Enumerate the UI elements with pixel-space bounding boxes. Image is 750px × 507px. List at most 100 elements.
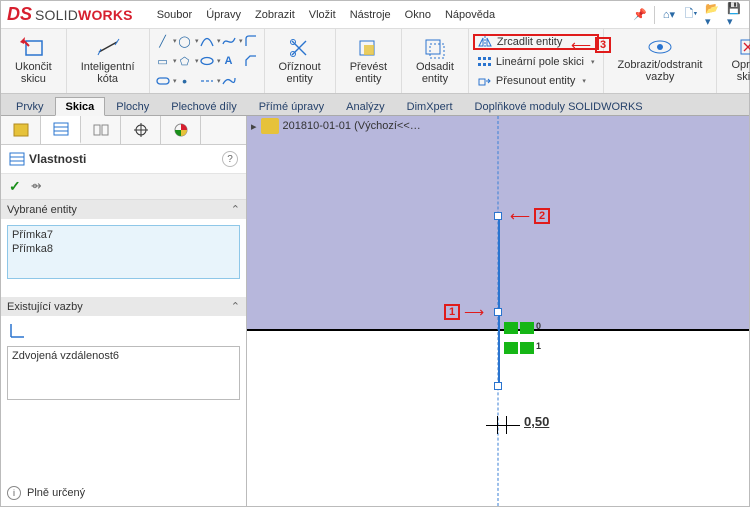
menu-insert[interactable]: Vložit xyxy=(309,9,336,21)
selected-entities-list[interactable]: Přímka7 Přímka8 xyxy=(7,225,240,279)
main-menu: Soubor Úpravy Zobrazit Vložit Nástroje O… xyxy=(157,9,495,21)
dimension-value[interactable]: 0,50 xyxy=(524,414,549,429)
part-name[interactable]: 201810-01-01 (Výchozí<<… xyxy=(283,120,421,132)
rect-icon[interactable]: ▭▾ xyxy=(154,53,172,69)
expand-icon[interactable]: ▸ xyxy=(251,120,257,133)
ribbon-trim-group: Oříznout entity xyxy=(265,29,336,93)
new-doc-icon[interactable]: 🗋▾ xyxy=(683,7,699,23)
open-icon[interactable]: 📂▾ xyxy=(705,7,721,23)
menu-view[interactable]: Zobrazit xyxy=(255,9,295,21)
centerline-icon[interactable]: ▾ xyxy=(198,73,216,89)
list-item[interactable]: Přímka7 xyxy=(12,228,235,242)
tab-addins[interactable]: Doplňkové moduly SOLIDWORKS xyxy=(464,97,654,115)
feature-tree-tab[interactable] xyxy=(1,116,41,144)
move-icon xyxy=(477,75,491,87)
callout-3: 3 xyxy=(595,37,611,53)
ds-logo-icon: DS xyxy=(7,4,32,25)
pin-icon[interactable]: 📌 xyxy=(632,7,648,23)
tab-skica[interactable]: Skica xyxy=(55,97,106,116)
fillet-icon[interactable] xyxy=(242,33,260,49)
menu-edit[interactable]: Úpravy xyxy=(206,9,241,21)
ellipse-icon[interactable]: ▾ xyxy=(198,53,216,69)
menu-file[interactable]: Soubor xyxy=(157,9,192,21)
properties-icon xyxy=(9,152,25,166)
ribbon-offset-group: Odsadit entity xyxy=(402,29,469,93)
app-logo: DS SOLIDWORKS xyxy=(7,4,133,25)
relation-box[interactable] xyxy=(520,342,534,354)
slot-icon[interactable]: ▾ xyxy=(154,73,172,89)
relation-box[interactable] xyxy=(504,342,518,354)
ok-button[interactable]: ✓ xyxy=(9,178,21,195)
title-quick-access: 📌 ⌂▾ 🗋▾ 📂▾ 💾▾ xyxy=(632,6,743,24)
move-entities-button[interactable]: Přesunout entity▾ xyxy=(473,74,599,88)
tab-dimxpert[interactable]: DimXpert xyxy=(396,97,464,115)
tab-prvky[interactable]: Prvky xyxy=(5,97,55,115)
existing-relations-header[interactable]: Existující vazby⌃ xyxy=(1,297,246,316)
endpoint-handle[interactable] xyxy=(494,212,502,220)
line-icon[interactable]: ╱▾ xyxy=(154,33,172,49)
smart-dimension-button[interactable]: Inteligentní kóta xyxy=(73,33,143,89)
convert-button[interactable]: Převést entity xyxy=(342,33,395,89)
arc-icon[interactable]: ▾ xyxy=(198,33,216,49)
offset-button[interactable]: Odsadit entity xyxy=(408,33,462,89)
ribbon-exit-sketch-group: Ukončit skicu xyxy=(1,29,67,93)
selected-entities-header[interactable]: Vybrané entity⌃ xyxy=(1,200,246,219)
tab-plechove[interactable]: Plechové díly xyxy=(160,97,247,115)
curve-icon[interactable] xyxy=(220,73,238,89)
property-manager: Vlastnosti ? ✓ ⇴ Vybrané entity⌃ Přímka7… xyxy=(1,116,247,506)
relations-list[interactable]: Zdvojená vzdálenost6 xyxy=(7,346,240,400)
help-icon[interactable]: ? xyxy=(222,151,238,167)
ribbon-relations-group: Zobrazit/odstranit vazby xyxy=(604,29,718,93)
spline-icon[interactable]: ▾ xyxy=(220,33,238,49)
ribbon-sketch-tools: ╱▾ ◯▾ ▾ ▾ ▭▾ ⬠▾ ▾ A ▾ • ▾ xyxy=(150,29,265,93)
appearance-tab[interactable] xyxy=(161,116,201,144)
push-pin-button[interactable]: ⇴ xyxy=(31,178,42,195)
config-tab[interactable] xyxy=(81,116,121,144)
ribbon-dim-group: Inteligentní kóta xyxy=(67,29,150,93)
relation-index: 0 xyxy=(536,321,541,331)
repair-sketch-button[interactable]: Opravit skicu xyxy=(723,33,750,87)
sketch-line[interactable] xyxy=(498,216,500,386)
chamfer-icon[interactable] xyxy=(242,53,260,69)
callout-3-wrap: ⟵ 3 xyxy=(571,37,611,53)
text-icon[interactable]: A xyxy=(220,53,238,69)
config-icon xyxy=(92,122,110,138)
menu-help[interactable]: Nápověda xyxy=(445,9,495,21)
appearance-icon xyxy=(172,122,190,138)
title-bar: DS SOLIDWORKS Soubor Úpravy Zobrazit Vlo… xyxy=(1,1,749,29)
save-icon[interactable]: 💾▾ xyxy=(727,7,743,23)
endpoint-handle[interactable] xyxy=(494,382,502,390)
graphics-area[interactable]: ⋮ ▸ 201810-01-01 (Výchozí<<… 0 1 ⟵ 2 xyxy=(247,116,749,506)
property-tab[interactable] xyxy=(41,116,81,144)
offset-icon xyxy=(423,37,447,59)
callout-2-wrap: ⟵ 2 xyxy=(510,208,550,224)
scissors-icon xyxy=(288,37,312,59)
linear-pattern-button[interactable]: Lineární pole skici▾ xyxy=(473,55,599,69)
display-relations-button[interactable]: Zobrazit/odstranit vazby xyxy=(610,33,711,87)
dimension-icon xyxy=(95,37,121,59)
circle-icon[interactable]: ◯▾ xyxy=(176,33,194,49)
repair-icon xyxy=(738,37,750,57)
status-text: Plně určený xyxy=(27,487,85,499)
tab-prime[interactable]: Přímé úpravy xyxy=(248,97,335,115)
home-icon[interactable]: ⌂▾ xyxy=(661,7,677,23)
list-item[interactable]: Přímka8 xyxy=(12,242,235,256)
ribbon-convert-group: Převést entity xyxy=(336,29,402,93)
panel-header: Vlastnosti ? xyxy=(1,145,246,174)
polygon-icon[interactable]: ⬠▾ xyxy=(176,53,194,69)
menu-tools[interactable]: Nástroje xyxy=(350,9,391,21)
exit-sketch-button[interactable]: Ukončit skicu xyxy=(7,33,60,89)
ribbon: Ukončit skicu Inteligentní kóta ╱▾ ◯▾ ▾ … xyxy=(1,29,749,94)
dim-tab[interactable] xyxy=(121,116,161,144)
tab-analyzy[interactable]: Analýzy xyxy=(335,97,396,115)
relation-box[interactable] xyxy=(504,322,518,334)
tab-plochy[interactable]: Plochy xyxy=(105,97,160,115)
trim-button[interactable]: Oříznout entity xyxy=(271,33,329,89)
relation-box[interactable] xyxy=(520,322,534,334)
arrow-left-icon: ⟵ xyxy=(571,38,591,52)
list-item[interactable]: Zdvojená vzdálenost6 xyxy=(12,349,235,363)
point-icon[interactable]: • xyxy=(176,73,194,89)
menu-window[interactable]: Okno xyxy=(405,9,431,21)
confirm-row: ✓ ⇴ xyxy=(1,174,246,200)
endpoint-handle[interactable] xyxy=(494,308,502,316)
